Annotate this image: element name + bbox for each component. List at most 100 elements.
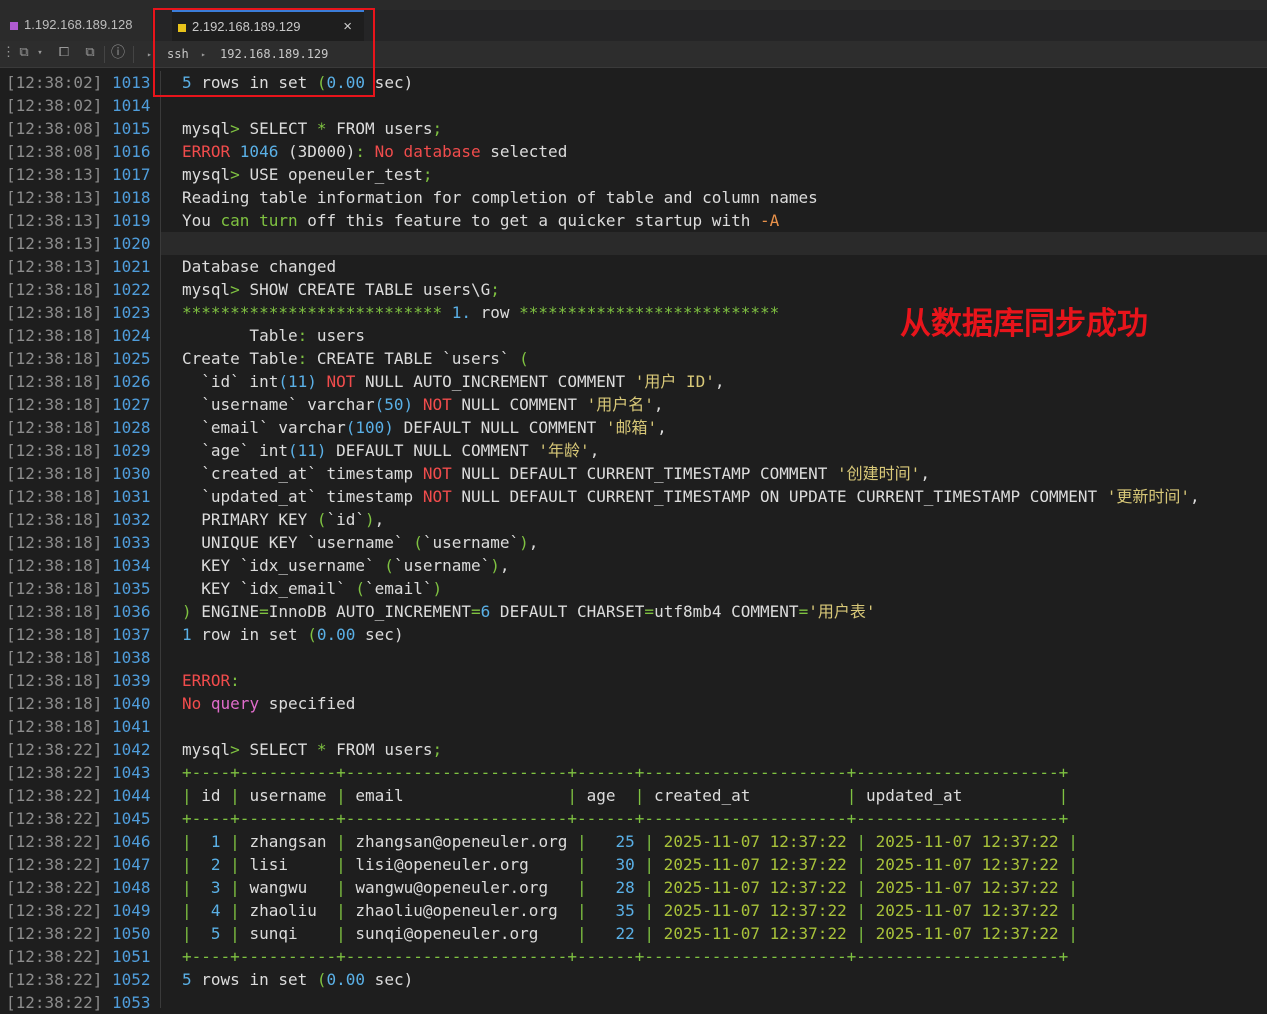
terminal-line: KEY `idx_email` (`email`) — [182, 577, 442, 600]
terminal-text-segment: > — [230, 740, 250, 759]
terminal-text-segment: | — [336, 878, 346, 897]
terminal-text-segment: +----+----------+-----------------------… — [182, 763, 1069, 782]
gutter-line: [12:38:02] 1014 — [6, 94, 151, 117]
terminal-text-segment: | — [576, 924, 587, 943]
terminal-text-segment: | — [230, 878, 240, 897]
tab-session-1[interactable]: 1.192.168.189.128 — [0, 10, 152, 41]
close-tab-icon[interactable]: × — [343, 12, 352, 41]
breadcrumb-host[interactable]: 192.168.189.129 — [220, 41, 328, 68]
terminal-line: `username` varchar(50) NOT NULL COMMENT … — [182, 393, 663, 416]
terminal-text-segment: : — [230, 671, 240, 690]
terminal-text-segment: wangwu — [239, 878, 337, 897]
terminal-text-segment: CREATE TABLE `users` — [316, 349, 520, 368]
terminal-line: ) ENGINE=InnoDB AUTO_INCREMENT=6 DEFAULT… — [182, 600, 875, 623]
timestamp: [12:38:18] — [6, 303, 103, 322]
timestamp: [12:38:18] — [6, 510, 103, 529]
terminal-text-segment: 3 — [191, 878, 231, 897]
terminal-text-segment: '创建时间' — [837, 464, 921, 483]
terminal-line: Table: users — [182, 324, 365, 347]
timestamp: [12:38:18] — [6, 464, 103, 483]
tab-session-2[interactable]: 2.192.168.189.129 × — [172, 10, 364, 41]
terminal-text-segment: 2025-11-07 12:37:22 — [654, 878, 857, 897]
terminal-text-segment: mysql — [182, 280, 231, 299]
terminal-text-segment: , — [1190, 487, 1200, 506]
terminal-text-segment: `age` int — [182, 441, 288, 460]
terminal-text-segment: 2025-11-07 12:37:22 — [865, 855, 1069, 874]
terminal-text-segment: sec) — [365, 970, 414, 989]
terminal-text-segment: | — [644, 901, 655, 920]
terminal-text-segment: 0.00 — [316, 625, 356, 644]
line-number: 1032 — [102, 510, 151, 529]
tab-label: 2.192.168.189.129 — [192, 19, 301, 34]
terminal-output[interactable]: 5 rows in set (0.00 sec) mysql> SELECT * … — [182, 71, 1267, 1008]
terminal-text-segment: 28 — [586, 878, 645, 897]
terminal-text-segment: , — [499, 556, 510, 575]
terminal-text-segment: ( — [355, 579, 366, 598]
terminal-text-segment: | — [846, 786, 857, 805]
terminal-text-segment: No — [182, 694, 211, 713]
gutter-line: [12:38:22] 1042 — [6, 738, 151, 761]
terminal-line: 5 rows in set (0.00 sec) — [182, 71, 413, 94]
terminal-text-segment: ; — [432, 740, 443, 759]
terminal-text-segment: 30 — [586, 855, 645, 874]
timestamp: [12:38:22] — [6, 993, 103, 1012]
terminal-text-segment: | — [1068, 901, 1078, 920]
line-number: 1036 — [102, 602, 151, 621]
terminal-text-segment: | — [182, 855, 192, 874]
line-number: 1023 — [102, 303, 151, 322]
terminal-text-segment: 2025-11-07 12:37:22 — [654, 832, 857, 851]
terminal-text-segment: | — [336, 901, 346, 920]
terminal-line: Create Table: CREATE TABLE `users` ( — [182, 347, 529, 370]
terminal-text-segment: NOT — [413, 395, 452, 414]
timestamp: [12:38:18] — [6, 418, 103, 437]
terminal-text-segment: 2025-11-07 12:37:22 — [654, 901, 857, 920]
terminal-text-segment: | — [856, 924, 866, 943]
gutter-line: [12:38:22] 1051 — [6, 945, 151, 968]
line-number: 1050 — [102, 924, 151, 943]
drag-handle-icon[interactable]: ⋮ — [2, 45, 15, 61]
line-number: 1018 — [102, 188, 151, 207]
terminal-text-segment: row — [480, 303, 520, 322]
terminal-line: You can turn off this feature to get a q… — [182, 209, 779, 232]
gutter-line: [12:38:22] 1048 — [6, 876, 151, 899]
terminal-text-segment: | — [1068, 832, 1078, 851]
terminal-text-segment: sunqi — [239, 924, 337, 943]
terminal-line: mysql> SELECT * FROM users; — [182, 738, 442, 761]
terminal-text-segment: UNIQUE KEY `username` — [182, 533, 414, 552]
timestamp: [12:38:22] — [6, 809, 103, 828]
terminal-line: | 5 | sunqi | sunqi@openeuler.org | 22 |… — [182, 922, 1078, 945]
terminal-text-segment: utf8mb4 COMMENT — [654, 602, 799, 621]
timestamp: [12:38:18] — [6, 349, 103, 368]
timestamp: [12:38:22] — [6, 740, 103, 759]
terminal-text-segment: | — [230, 786, 240, 805]
terminal-text-segment: FROM users — [326, 740, 433, 759]
line-number: 1052 — [102, 970, 151, 989]
terminal-line: +----+----------+-----------------------… — [182, 945, 1068, 968]
terminal-text-segment: NULL AUTO_INCREMENT COMMENT — [355, 372, 635, 391]
new-session-icon[interactable]: ⧉ — [16, 45, 32, 61]
terminal-text-segment: | — [336, 924, 346, 943]
duplicate-icon[interactable]: ⧠ — [56, 45, 72, 61]
line-number: 1042 — [102, 740, 151, 759]
terminal-text-segment: `username` varchar — [182, 395, 375, 414]
terminal-text-segment: : — [297, 349, 317, 368]
timestamp: [12:38:22] — [6, 832, 103, 851]
terminal-line: +----+----------+-----------------------… — [182, 807, 1068, 830]
gutter-line: [12:38:13] 1019 — [6, 209, 151, 232]
terminal-text-segment: 0.00 — [326, 970, 366, 989]
info-icon[interactable]: ⓘ — [110, 45, 126, 61]
dropdown-arrow-icon[interactable]: ▾ — [34, 45, 46, 61]
terminal-text-segment: mysql — [182, 165, 231, 184]
gutter-line: [12:38:18] 1030 — [6, 462, 151, 485]
breadcrumb-arrow-icon: ▸ — [201, 50, 206, 59]
breadcrumb-protocol[interactable]: ssh — [167, 41, 189, 68]
gutter-line: [12:38:22] 1049 — [6, 899, 151, 922]
gutter-line: [12:38:22] 1050 — [6, 922, 151, 945]
terminal-text-segment: | — [336, 786, 346, 805]
terminal-text-segment: KEY `idx_username` — [182, 556, 385, 575]
terminal-text-segment: | — [644, 924, 655, 943]
gutter-line: [12:38:18] 1026 — [6, 370, 151, 393]
timestamp: [12:38:02] — [6, 96, 103, 115]
terminal-text-segment: | — [230, 924, 240, 943]
open-external-icon[interactable]: ⧉ — [82, 45, 98, 61]
